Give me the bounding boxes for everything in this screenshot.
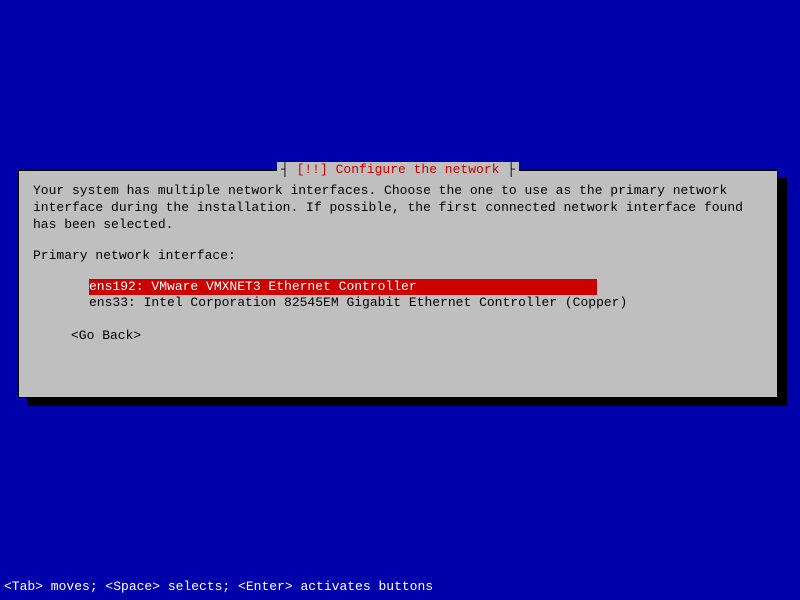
dialog-description: Your system has multiple network interfa…: [33, 183, 763, 234]
title-text: Configure the network: [328, 162, 500, 177]
configure-network-dialog: ┤ [!!] Configure the network ├ Your syst…: [18, 170, 778, 398]
go-back-button[interactable]: <Go Back>: [33, 328, 763, 345]
interface-prompt: Primary network interface:: [33, 248, 763, 265]
interface-option-ens33[interactable]: ens33: Intel Corporation 82545EM Gigabit…: [89, 295, 763, 312]
title-alert: [!!]: [297, 162, 328, 177]
dialog-title: ┤ [!!] Configure the network ├: [277, 162, 519, 177]
interface-list: ens192: VMware VMXNET3 Ethernet Controll…: [33, 279, 763, 313]
title-bracket-close: ├: [499, 162, 515, 177]
title-bracket-open: ┤: [281, 162, 297, 177]
dialog-content: Your system has multiple network interfa…: [19, 171, 777, 357]
help-bar: <Tab> moves; <Space> selects; <Enter> ac…: [4, 579, 433, 594]
interface-option-ens192[interactable]: ens192: VMware VMXNET3 Ethernet Controll…: [89, 279, 597, 296]
